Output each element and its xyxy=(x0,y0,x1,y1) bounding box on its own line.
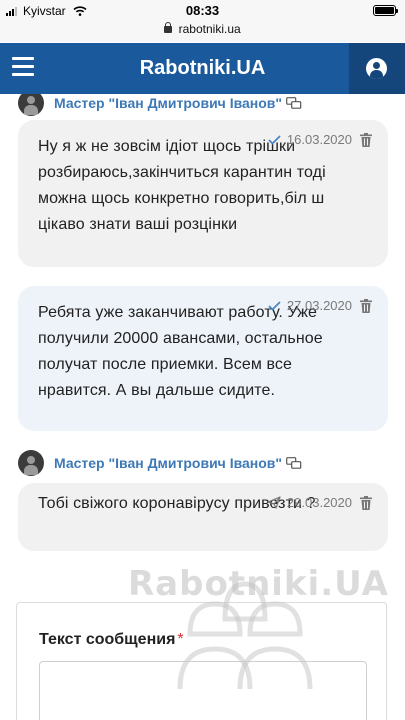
chat-icon[interactable] xyxy=(286,456,302,470)
author-link[interactable]: Мастер "Іван Дмитрович Іванов" xyxy=(54,455,282,471)
check-icon xyxy=(268,300,281,311)
message-date: 27.03.2020 xyxy=(286,298,352,313)
app-header: Rabotniki.UA xyxy=(0,43,405,94)
message-text: Ну я ж не зовсім ідіот щось трішки розби… xyxy=(38,138,326,233)
message-bubble: Тобі свіжого коронавірусу привезти ? 29.… xyxy=(18,483,388,551)
message-meta: 29.03.2020 xyxy=(267,495,372,510)
message-textarea[interactable] xyxy=(39,661,367,720)
message-form: Текст сообщения * xyxy=(16,602,387,720)
message-author-row: Мастер "Іван Дмитрович Іванов" xyxy=(18,450,302,476)
url-text: rabotniki.ua xyxy=(178,22,241,36)
watermark-text: Rabotniki.UA xyxy=(128,564,389,604)
message-text: Ребята уже заканчивают работу. Уже получ… xyxy=(38,304,323,399)
site-title[interactable]: Rabotniki.UA xyxy=(0,57,405,80)
avatar[interactable] xyxy=(18,450,44,476)
avatar[interactable] xyxy=(18,94,44,116)
message-meta: 16.03.2020 xyxy=(268,132,372,147)
clock: 08:33 xyxy=(185,3,220,18)
lock-icon xyxy=(164,22,173,33)
message-bubble-own: Ребята уже заканчивают работу. Уже получ… xyxy=(18,286,388,431)
trash-icon[interactable] xyxy=(360,132,372,147)
message-author-row: Мастер "Іван Дмитрович Іванов" xyxy=(18,94,302,116)
message-date: 16.03.2020 xyxy=(286,132,352,147)
chat-icon[interactable] xyxy=(286,96,302,110)
messages-area[interactable]: Мастер "Іван Дмитрович Іванов" Ну я ж не… xyxy=(0,94,405,720)
user-icon xyxy=(366,58,387,79)
trash-icon[interactable] xyxy=(360,298,372,313)
message-date: 29.03.2020 xyxy=(286,495,352,510)
trash-icon[interactable] xyxy=(360,495,372,510)
form-label-text: Текст сообщения xyxy=(39,631,176,648)
sent-icon xyxy=(267,496,281,509)
address-bar[interactable]: rabotniki.ua xyxy=(0,22,405,42)
form-label: Текст сообщения * xyxy=(39,631,184,649)
required-mark: * xyxy=(177,631,184,648)
status-bar: Kyivstar 08:33 xyxy=(0,0,405,22)
battery-icon xyxy=(373,5,398,16)
user-button[interactable] xyxy=(349,43,405,94)
author-link[interactable]: Мастер "Іван Дмитрович Іванов" xyxy=(54,95,282,111)
check-icon xyxy=(268,134,281,145)
message-bubble: Ну я ж не зовсім ідіот щось трішки розби… xyxy=(18,120,388,267)
message-meta: 27.03.2020 xyxy=(268,298,372,313)
